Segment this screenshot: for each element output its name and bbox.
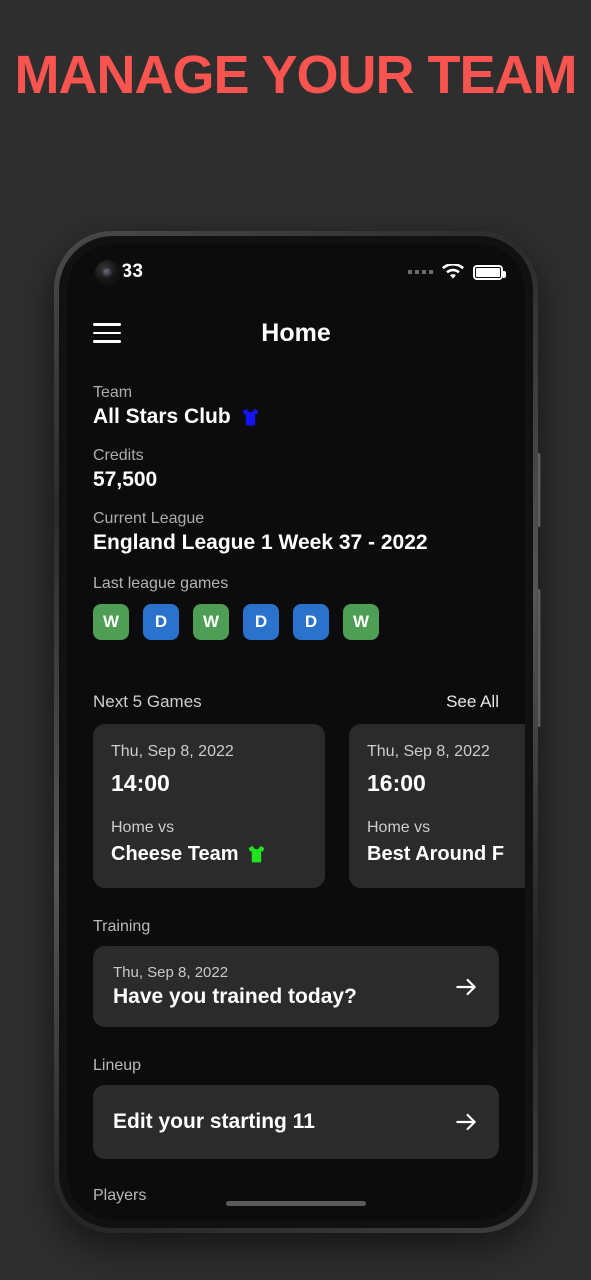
team-label: Team xyxy=(93,384,133,401)
battery-full-icon xyxy=(473,264,506,280)
blue-jersey-icon xyxy=(242,408,259,425)
credits-label: Credits xyxy=(93,447,144,464)
team-name: All Stars Club xyxy=(93,405,231,428)
players-section-clipped: Players xyxy=(93,1159,499,1205)
result-badge: D xyxy=(293,604,329,640)
home-indicator[interactable] xyxy=(226,1201,366,1206)
result-badge: W xyxy=(193,604,229,640)
result-badge: W xyxy=(93,604,129,640)
signal-dots-icon xyxy=(408,270,433,274)
arrow-right-icon xyxy=(456,1113,476,1131)
current-league-value: England League 1 Week 37 - 2022 xyxy=(93,531,428,554)
last-league-games-label: Last league games xyxy=(93,575,229,592)
see-all-link[interactable]: See All xyxy=(446,692,499,712)
game-opponent: Best Around F xyxy=(367,843,525,866)
training-title: Have you trained today? xyxy=(113,985,357,1008)
green-jersey-icon xyxy=(249,845,265,863)
game-venue: Home vs xyxy=(367,819,431,836)
game-opponent-name: Cheese Team xyxy=(111,843,239,865)
game-opponent: Cheese Team xyxy=(111,843,307,866)
training-label: Training xyxy=(93,918,151,935)
team-value: All Stars Club xyxy=(93,405,499,429)
lineup-title: Edit your starting 11 xyxy=(113,1110,315,1133)
promo-screenshot: MANAGE YOUR TEAM 2.33 Home Team All Star… xyxy=(0,0,591,1280)
training-date: Thu, Sep 8, 2022 xyxy=(113,964,229,981)
game-date: Thu, Sep 8, 2022 xyxy=(367,743,490,760)
result-badge: D xyxy=(243,604,279,640)
game-venue: Home vs xyxy=(111,819,175,836)
current-league-label: Current League xyxy=(93,510,205,527)
arrow-right-icon xyxy=(456,978,476,995)
next-games-title: Next 5 Games xyxy=(93,692,202,711)
game-time: 16:00 xyxy=(367,770,426,796)
training-card-text: Thu, Sep 8, 2022 Have you trained today? xyxy=(113,964,357,1009)
app-header: Home xyxy=(67,300,525,366)
home-content: Team All Stars Club Credits 57,500 Curre… xyxy=(67,384,525,1205)
page-title: Home xyxy=(261,318,331,347)
promo-headline: MANAGE YOUR TEAM xyxy=(14,45,577,105)
phone-power-button[interactable] xyxy=(537,589,541,727)
hamburger-menu-icon[interactable] xyxy=(93,317,121,349)
status-bar-indicators xyxy=(408,264,506,280)
phone-volume-button[interactable] xyxy=(537,453,541,527)
game-opponent-name: Best Around F xyxy=(367,843,505,865)
game-card[interactable]: Thu, Sep 8, 2022 16:00 Home vs Best Arou… xyxy=(349,724,525,888)
wifi-icon xyxy=(442,264,464,279)
result-badge: D xyxy=(143,604,179,640)
phone-bezel: 2.33 Home Team All Stars Club Credits 57… xyxy=(59,236,533,1228)
game-card[interactable]: Thu, Sep 8, 2022 14:00 Home vs Cheese Te… xyxy=(93,724,325,888)
lineup-label: Lineup xyxy=(93,1057,142,1074)
game-date: Thu, Sep 8, 2022 xyxy=(111,743,234,760)
last-league-games-badges: W D W D D W xyxy=(93,604,499,640)
phone-frame: 2.33 Home Team All Stars Club Credits 57… xyxy=(54,231,541,1233)
phone-screen: 2.33 Home Team All Stars Club Credits 57… xyxy=(67,244,525,1220)
next-games-header: Next 5 Games See All xyxy=(93,692,499,712)
lineup-card[interactable]: Edit your starting 11 xyxy=(93,1085,499,1159)
front-camera-punch-hole xyxy=(95,260,121,286)
result-badge: W xyxy=(343,604,379,640)
next-games-list[interactable]: Thu, Sep 8, 2022 14:00 Home vs Cheese Te… xyxy=(93,724,525,888)
credits-value: 57,500 xyxy=(93,468,158,491)
status-bar: 2.33 xyxy=(67,244,525,300)
game-time: 14:00 xyxy=(111,770,170,796)
training-card[interactable]: Thu, Sep 8, 2022 Have you trained today? xyxy=(93,946,499,1027)
